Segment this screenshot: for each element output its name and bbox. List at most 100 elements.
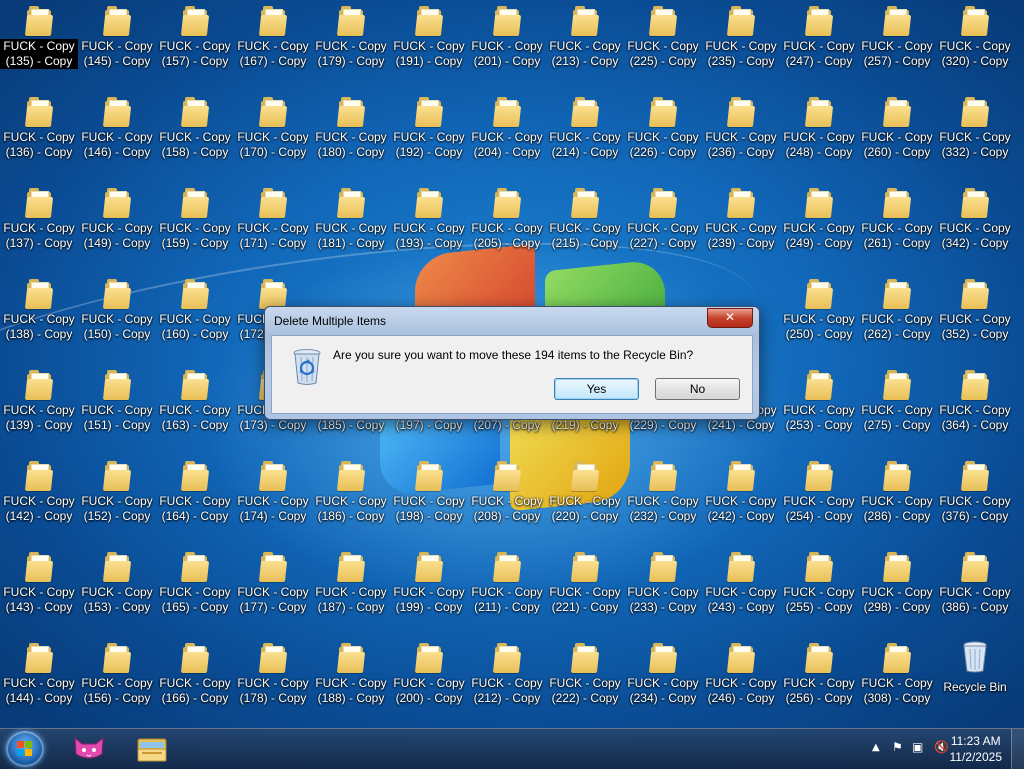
desktop-folder[interactable]: FUCK - Copy (221) - Copy [546,546,624,618]
desktop-folder[interactable]: FUCK - Copy (167) - Copy [234,0,312,72]
desktop-folder[interactable]: FUCK - Copy (220) - Copy [546,455,624,527]
desktop-folder[interactable]: FUCK - Copy (215) - Copy [546,182,624,254]
desktop-folder[interactable]: FUCK - Copy (208) - Copy [468,455,546,527]
desktop-folder[interactable]: FUCK - Copy (255) - Copy [780,546,858,618]
desktop-folder[interactable]: FUCK - Copy (247) - Copy [780,0,858,72]
desktop-folder[interactable]: FUCK - Copy (214) - Copy [546,91,624,163]
desktop-folder[interactable]: FUCK - Copy (160) - Copy [156,273,234,345]
desktop-folder[interactable]: FUCK - Copy (243) - Copy [702,546,780,618]
desktop-folder[interactable]: FUCK - Copy (138) - Copy [0,273,78,345]
desktop-folder[interactable]: FUCK - Copy (275) - Copy [858,364,936,436]
desktop-folder[interactable]: FUCK - Copy (146) - Copy [78,91,156,163]
desktop-folder[interactable]: FUCK - Copy (262) - Copy [858,273,936,345]
desktop-folder[interactable]: FUCK - Copy (332) - Copy [936,91,1014,163]
desktop-folder[interactable]: FUCK - Copy (151) - Copy [78,364,156,436]
desktop-folder[interactable]: FUCK - Copy (153) - Copy [78,546,156,618]
desktop-folder[interactable]: FUCK - Copy (249) - Copy [780,182,858,254]
volume-muted-icon[interactable]: 🔇 [934,740,949,754]
desktop-folder[interactable]: FUCK - Copy (158) - Copy [156,91,234,163]
clock[interactable]: 11:23 AM 11/2/2025 [950,733,1003,765]
desktop-folder[interactable]: FUCK - Copy (145) - Copy [78,0,156,72]
desktop-folder[interactable]: FUCK - Copy (204) - Copy [468,91,546,163]
desktop-folder[interactable]: FUCK - Copy (144) - Copy [0,637,78,709]
desktop-folder[interactable]: FUCK - Copy (211) - Copy [468,546,546,618]
dialog-close-button[interactable]: ✕ [707,308,753,328]
desktop-folder[interactable]: FUCK - Copy (200) - Copy [390,637,468,709]
desktop-folder[interactable]: FUCK - Copy (159) - Copy [156,182,234,254]
desktop-folder[interactable]: FUCK - Copy (164) - Copy [156,455,234,527]
yes-button[interactable]: Yes [554,378,639,400]
desktop-folder[interactable]: FUCK - Copy (226) - Copy [624,91,702,163]
desktop-folder[interactable]: FUCK - Copy (242) - Copy [702,455,780,527]
desktop-folder[interactable]: FUCK - Copy (135) - Copy [0,0,78,72]
desktop-folder[interactable]: FUCK - Copy (199) - Copy [390,546,468,618]
desktop-folder[interactable]: FUCK - Copy (234) - Copy [624,637,702,709]
desktop-folder[interactable]: FUCK - Copy (236) - Copy [702,91,780,163]
desktop-folder[interactable]: FUCK - Copy (139) - Copy [0,364,78,436]
desktop-folder[interactable]: FUCK - Copy (257) - Copy [858,0,936,72]
desktop-folder[interactable]: FUCK - Copy (178) - Copy [234,637,312,709]
desktop-folder[interactable]: FUCK - Copy (170) - Copy [234,91,312,163]
dialog-titlebar[interactable]: Delete Multiple Items ✕ [265,307,759,335]
desktop-folder[interactable]: FUCK - Copy (342) - Copy [936,182,1014,254]
desktop-folder[interactable]: FUCK - Copy (193) - Copy [390,182,468,254]
desktop-folder[interactable]: FUCK - Copy (181) - Copy [312,182,390,254]
desktop-folder[interactable]: FUCK - Copy (166) - Copy [156,637,234,709]
desktop-folder[interactable]: FUCK - Copy (239) - Copy [702,182,780,254]
desktop-folder[interactable]: FUCK - Copy (246) - Copy [702,637,780,709]
desktop-folder[interactable]: FUCK - Copy (286) - Copy [858,455,936,527]
taskbar-app-cat[interactable] [63,732,115,766]
desktop-folder[interactable]: FUCK - Copy (149) - Copy [78,182,156,254]
show-desktop-button[interactable] [1011,729,1024,769]
desktop-folder[interactable]: FUCK - Copy (320) - Copy [936,0,1014,72]
desktop-folder[interactable]: FUCK - Copy (179) - Copy [312,0,390,72]
desktop-folder[interactable]: FUCK - Copy (143) - Copy [0,546,78,618]
desktop-folder[interactable]: FUCK - Copy (180) - Copy [312,91,390,163]
desktop-recycle-bin[interactable]: Recycle Bin [936,637,1014,709]
start-button[interactable] [6,731,44,767]
desktop-folder[interactable]: FUCK - Copy (152) - Copy [78,455,156,527]
desktop-folder[interactable]: FUCK - Copy (308) - Copy [858,637,936,709]
desktop-folder[interactable]: FUCK - Copy (248) - Copy [780,91,858,163]
desktop-folder[interactable]: FUCK - Copy (235) - Copy [702,0,780,72]
desktop-folder[interactable]: FUCK - Copy (256) - Copy [780,637,858,709]
desktop-folder[interactable]: FUCK - Copy (150) - Copy [78,273,156,345]
desktop-folder[interactable]: FUCK - Copy (187) - Copy [312,546,390,618]
desktop-folder[interactable]: FUCK - Copy (198) - Copy [390,455,468,527]
desktop-folder[interactable]: FUCK - Copy (232) - Copy [624,455,702,527]
action-center-flag-icon[interactable]: ⚑ [892,740,903,754]
desktop-folder[interactable]: FUCK - Copy (233) - Copy [624,546,702,618]
desktop-folder[interactable]: FUCK - Copy (165) - Copy [156,546,234,618]
desktop-folder[interactable]: FUCK - Copy (260) - Copy [858,91,936,163]
desktop-folder[interactable]: FUCK - Copy (250) - Copy [780,273,858,345]
desktop-folder[interactable]: FUCK - Copy (227) - Copy [624,182,702,254]
desktop-folder[interactable]: FUCK - Copy (163) - Copy [156,364,234,436]
show-hidden-icons-arrow[interactable]: ▲ [872,742,880,753]
desktop-folder[interactable]: FUCK - Copy (156) - Copy [78,637,156,709]
desktop-folder[interactable]: FUCK - Copy (261) - Copy [858,182,936,254]
desktop-folder[interactable]: FUCK - Copy (186) - Copy [312,455,390,527]
desktop-folder[interactable]: FUCK - Copy (177) - Copy [234,546,312,618]
desktop-folder[interactable]: FUCK - Copy (364) - Copy [936,364,1014,436]
desktop-folder[interactable]: FUCK - Copy (225) - Copy [624,0,702,72]
desktop-folder[interactable]: FUCK - Copy (254) - Copy [780,455,858,527]
desktop-folder[interactable]: FUCK - Copy (222) - Copy [546,637,624,709]
desktop-folder[interactable]: FUCK - Copy (192) - Copy [390,91,468,163]
desktop-folder[interactable]: FUCK - Copy (174) - Copy [234,455,312,527]
desktop-folder[interactable]: FUCK - Copy (191) - Copy [390,0,468,72]
desktop-folder[interactable]: FUCK - Copy (142) - Copy [0,455,78,527]
desktop-folder[interactable]: FUCK - Copy (213) - Copy [546,0,624,72]
desktop-folder[interactable]: FUCK - Copy (253) - Copy [780,364,858,436]
network-icon[interactable]: ▣ [912,740,923,754]
desktop-folder[interactable]: FUCK - Copy (171) - Copy [234,182,312,254]
desktop-folder[interactable]: FUCK - Copy (188) - Copy [312,637,390,709]
no-button[interactable]: No [655,378,740,400]
desktop-folder[interactable]: FUCK - Copy (205) - Copy [468,182,546,254]
desktop-folder[interactable]: FUCK - Copy (376) - Copy [936,455,1014,527]
taskbar-app-explorer[interactable] [125,732,177,766]
desktop-folder[interactable]: FUCK - Copy (136) - Copy [0,91,78,163]
desktop-folder[interactable]: FUCK - Copy (298) - Copy [858,546,936,618]
desktop-folder[interactable]: FUCK - Copy (212) - Copy [468,637,546,709]
desktop-folder[interactable]: FUCK - Copy (352) - Copy [936,273,1014,345]
desktop-folder[interactable]: FUCK - Copy (137) - Copy [0,182,78,254]
